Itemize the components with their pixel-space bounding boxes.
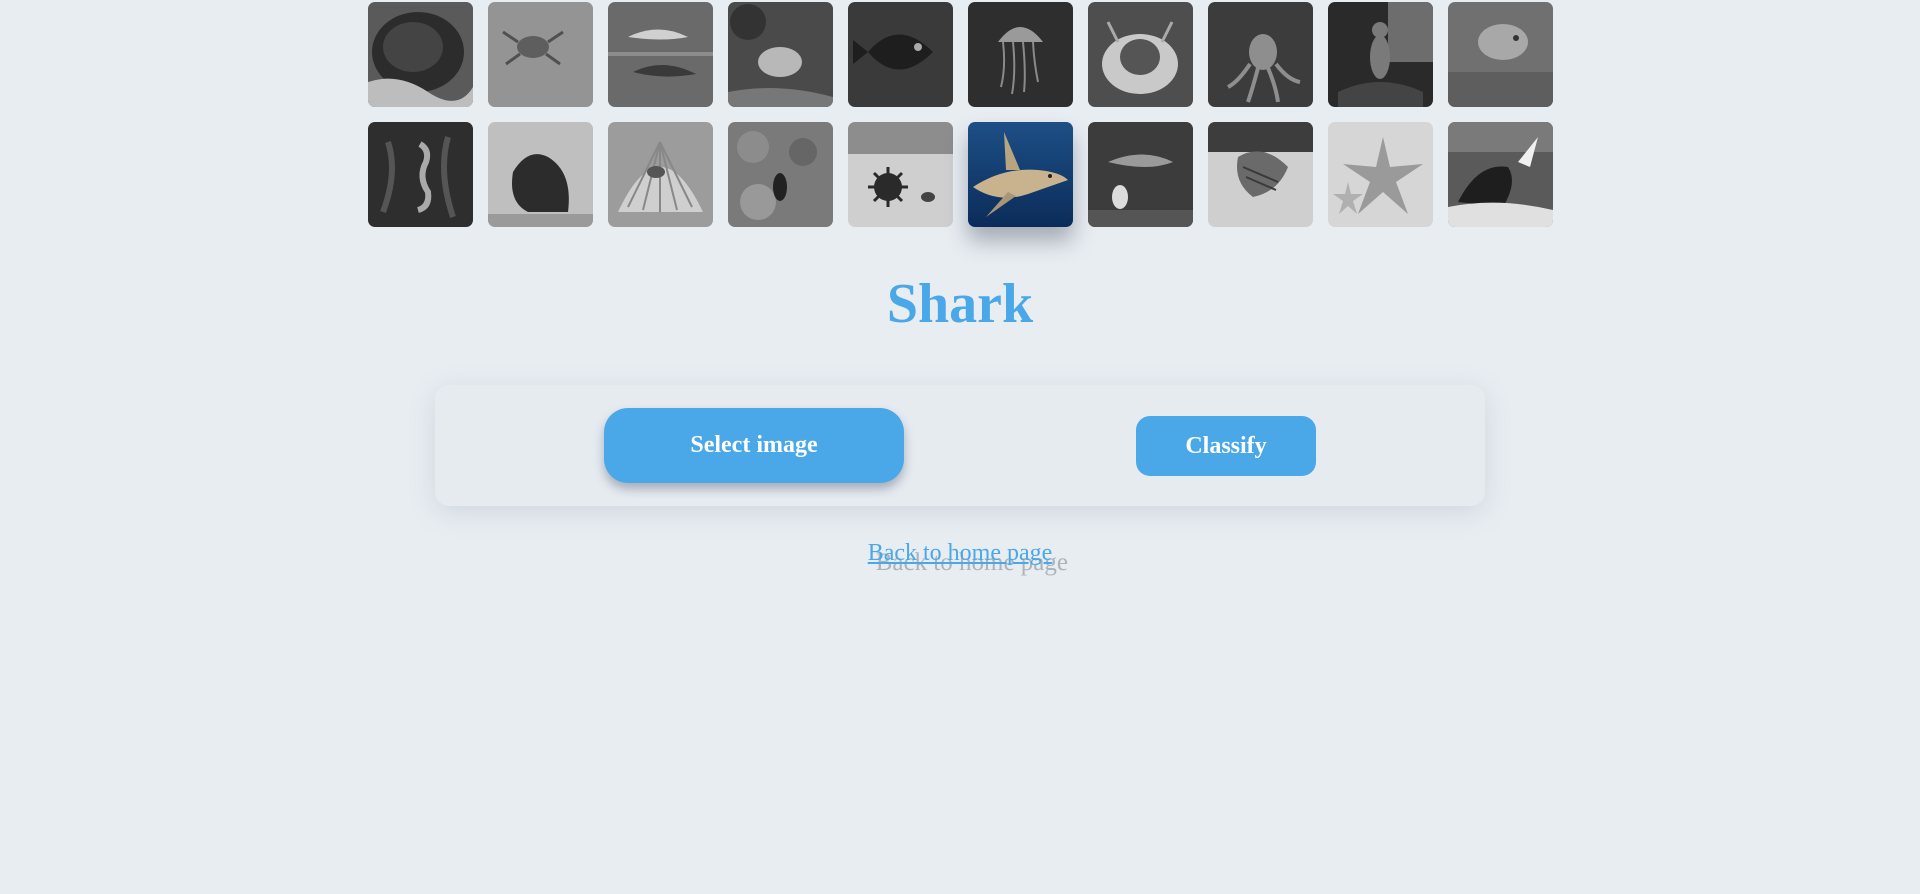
- thumb-shrimp[interactable]: [1088, 122, 1193, 227]
- back-to-home-link[interactable]: Back to home page Back to home page: [867, 540, 1068, 576]
- thumb-seahorse[interactable]: [368, 122, 473, 227]
- thumb-octopus[interactable]: [1208, 2, 1313, 107]
- thumb-lobster[interactable]: [1088, 2, 1193, 107]
- thumb-squid[interactable]: [1208, 122, 1313, 227]
- thumb-starfish[interactable]: [1328, 122, 1433, 227]
- whale-icon: [1448, 122, 1553, 227]
- dolphin-icon: [608, 2, 713, 107]
- thumb-sea-urchin[interactable]: [848, 122, 953, 227]
- shell-icon: [608, 122, 713, 227]
- seahorse-icon: [368, 122, 473, 227]
- select-image-button[interactable]: Select image: [604, 408, 904, 483]
- otter-icon: [1328, 2, 1433, 107]
- image-gallery: [368, 2, 1554, 227]
- thumb-turtle[interactable]: [728, 122, 833, 227]
- eel-icon: [728, 2, 833, 107]
- turtle-icon: [728, 122, 833, 227]
- thumb-fish[interactable]: [848, 2, 953, 107]
- thumb-puffer-fish[interactable]: [1448, 2, 1553, 107]
- classify-button[interactable]: Classify: [1136, 416, 1316, 476]
- octopus-icon: [1208, 2, 1313, 107]
- shark-icon: [968, 122, 1073, 227]
- thumb-jellyfish[interactable]: [968, 2, 1073, 107]
- home-link-container: Back to home page Back to home page: [0, 540, 1920, 576]
- thumb-dolphin[interactable]: [608, 2, 713, 107]
- coral-icon: [368, 2, 473, 107]
- thumb-eel[interactable]: [728, 2, 833, 107]
- fish-icon: [848, 2, 953, 107]
- shrimp-icon: [1088, 122, 1193, 227]
- squid-icon: [1208, 122, 1313, 227]
- thumb-otter[interactable]: [1328, 2, 1433, 107]
- thumb-crab[interactable]: [488, 2, 593, 107]
- back-to-home-link-text: Back to home page: [867, 540, 1053, 566]
- thumb-whale[interactable]: [1448, 122, 1553, 227]
- sea-urchin-icon: [848, 122, 953, 227]
- page-title: Shark: [886, 273, 1034, 335]
- thumb-shark[interactable]: [968, 122, 1073, 227]
- thumb-seal[interactable]: [488, 122, 593, 227]
- thumb-coral[interactable]: [368, 2, 473, 107]
- jellyfish-icon: [968, 2, 1073, 107]
- starfish-icon: [1328, 122, 1433, 227]
- thumb-shell[interactable]: [608, 122, 713, 227]
- action-panel: Select image Classify: [435, 385, 1485, 506]
- seal-icon: [488, 122, 593, 227]
- crab-icon: [488, 2, 593, 107]
- puffer-fish-icon: [1448, 2, 1553, 107]
- lobster-icon: [1088, 2, 1193, 107]
